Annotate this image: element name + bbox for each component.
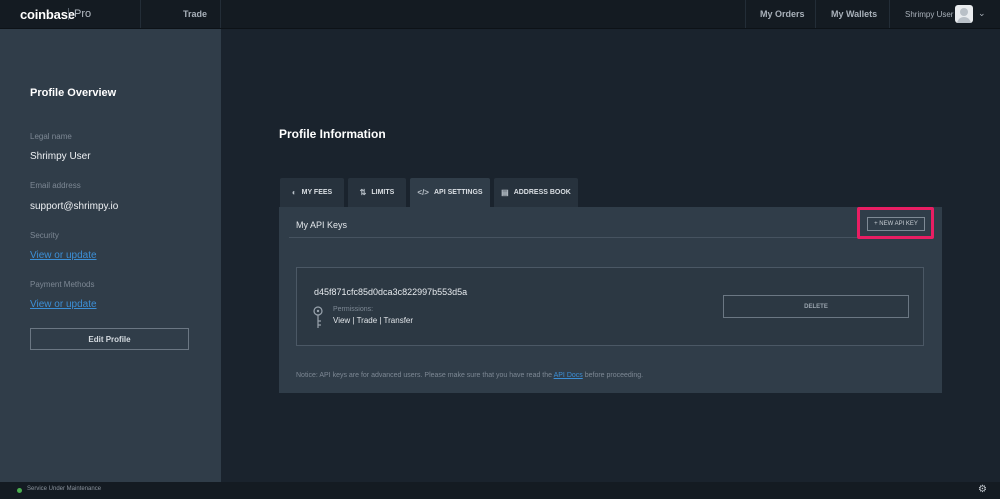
legal-name-label: Legal name	[30, 132, 72, 141]
logo-divider	[68, 8, 69, 20]
api-keys-panel: My API Keys + NEW API KEY d45f871cfc85d0…	[279, 207, 942, 393]
nav-my-wallets-link[interactable]: My Wallets	[831, 9, 877, 19]
avatar[interactable]	[955, 5, 973, 23]
address-book-icon: ▤	[501, 188, 509, 197]
avatar-body-shape	[957, 17, 971, 23]
new-api-key-button[interactable]: + NEW API KEY	[867, 217, 925, 231]
tab-label: API SETTINGS	[433, 189, 483, 196]
delete-api-key-button[interactable]: DELETE	[723, 295, 909, 318]
tab-my-fees[interactable]: ◐ MY FEES	[280, 178, 344, 207]
security-label: Security	[30, 231, 59, 240]
limits-icon: ⇅	[359, 188, 367, 197]
notice-text-end: before proceeding.	[582, 372, 644, 379]
avatar-head-shape	[960, 8, 968, 16]
payment-methods-label: Payment Methods	[30, 280, 95, 289]
edit-profile-button[interactable]: Edit Profile	[30, 328, 189, 350]
profile-sidebar: Profile Overview Legal name Shrimpy User…	[0, 29, 221, 482]
status-indicator-icon	[17, 488, 22, 493]
page-title: Profile Information	[279, 127, 386, 141]
nav-divider	[745, 0, 746, 28]
payment-methods-update-link[interactable]: View or update	[30, 299, 97, 310]
tab-api-settings[interactable]: </> API SETTINGS	[410, 178, 490, 207]
email-value: support@shrimpy.io	[30, 201, 119, 212]
status-text[interactable]: Service Under Maintenance	[27, 486, 101, 492]
nav-my-orders-link[interactable]: My Orders	[760, 9, 805, 19]
permissions-value: View | Trade | Transfer	[333, 316, 414, 325]
gear-icon[interactable]: ⚙	[978, 484, 987, 495]
nav-divider	[220, 0, 221, 28]
tab-limits[interactable]: ⇅ LIMITS	[348, 178, 406, 207]
nav-trade-link[interactable]: Trade	[183, 9, 207, 19]
nav-divider	[140, 0, 141, 28]
api-key-card: d45f871cfc85d0dca3c822997b553d5a Permiss…	[296, 267, 924, 346]
tab-label: MY FEES	[301, 189, 333, 196]
panel-divider	[289, 237, 926, 238]
nav-divider	[889, 0, 890, 28]
user-name-menu[interactable]: Shrimpy User	[905, 10, 953, 19]
permissions-label: Permissions:	[333, 306, 374, 313]
security-update-link[interactable]: View or update	[30, 250, 97, 261]
legal-name-value: Shrimpy User	[30, 151, 91, 162]
coinbase-logo[interactable]: coinbase	[20, 7, 75, 22]
pro-label: Pro	[74, 8, 92, 20]
notice-text: Notice: API keys are for advanced users.…	[296, 372, 554, 379]
tab-label: LIMITS	[371, 189, 395, 196]
api-docs-link[interactable]: API Docs	[554, 372, 583, 379]
chevron-down-icon[interactable]: ⌄	[978, 8, 986, 19]
key-icon	[312, 306, 324, 335]
api-notice: Notice: API keys are for advanced users.…	[296, 372, 643, 379]
nav-divider	[815, 0, 816, 28]
fees-icon: ◐	[291, 188, 297, 197]
tab-label: ADDRESS BOOK	[513, 189, 571, 196]
api-key-hash: d45f871cfc85d0dca3c822997b553d5a	[314, 287, 468, 297]
code-icon: </>	[417, 188, 429, 197]
tab-address-book[interactable]: ▤ ADDRESS BOOK	[494, 178, 578, 207]
status-footer: Service Under Maintenance ⚙	[0, 482, 1000, 499]
top-navbar: coinbase Pro Trade My Orders My Wallets …	[0, 0, 1000, 29]
email-label: Email address	[30, 181, 81, 190]
api-keys-heading: My API Keys	[296, 220, 348, 230]
profile-overview-title: Profile Overview	[30, 87, 117, 99]
